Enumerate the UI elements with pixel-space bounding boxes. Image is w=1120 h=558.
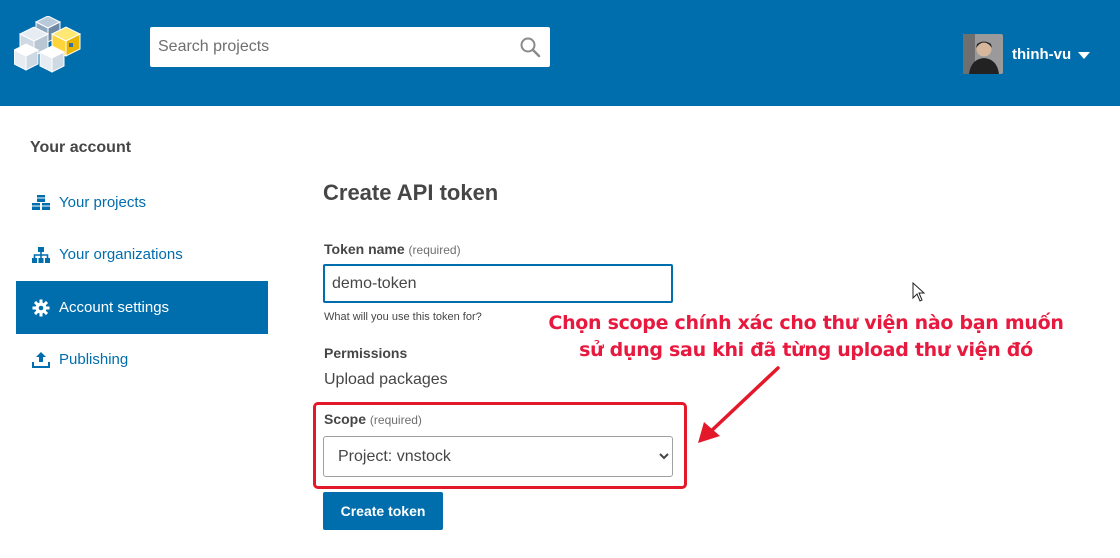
search-box	[150, 27, 550, 67]
annotation-text: Chọn scope chính xác cho thư viện nào bạ…	[492, 310, 1120, 364]
sitemap-icon	[30, 244, 52, 266]
avatar[interactable]	[963, 34, 1003, 74]
token-name-input[interactable]	[323, 264, 673, 303]
chevron-down-icon[interactable]	[1078, 51, 1091, 59]
scope-select[interactable]: Project: vnstock	[323, 436, 673, 477]
mouse-cursor-icon	[912, 282, 926, 302]
sidebar-item-label: Account settings	[59, 299, 170, 316]
search-input[interactable]	[150, 27, 550, 67]
create-token-button[interactable]: Create token	[323, 492, 443, 530]
annotation-line-1: Chọn scope chính xác cho thư viện nào bạ…	[548, 312, 1064, 334]
token-name-help: What will you use this token for?	[324, 311, 482, 323]
top-header: thinh-vu	[0, 0, 1120, 106]
sidebar-item-your-organizations[interactable]: Your organizations	[16, 228, 268, 281]
cubes-icon	[30, 192, 52, 214]
permissions-label: Permissions	[324, 345, 408, 361]
gear-icon	[30, 297, 52, 319]
required-note: (required)	[369, 413, 422, 427]
user-menu[interactable]: thinh-vu	[963, 34, 1091, 74]
sidebar-item-your-projects[interactable]: Your projects	[16, 176, 268, 229]
sidebar-item-account-settings[interactable]: Account settings	[16, 281, 268, 334]
upload-icon	[30, 349, 52, 371]
sidebar-item-publishing[interactable]: Publishing	[16, 333, 268, 386]
sidebar-item-label: Your projects	[59, 194, 146, 211]
sidebar-item-label: Publishing	[59, 351, 129, 368]
search-icon[interactable]	[518, 35, 542, 59]
username[interactable]: thinh-vu	[1012, 46, 1071, 63]
scope-label-text: Scope	[324, 411, 367, 427]
annotation-line-2: sử dụng sau khi đã từng upload thư viện …	[579, 339, 1033, 361]
sidebar-item-label: Your organizations	[59, 246, 183, 263]
sidebar-title: Your account	[30, 139, 132, 156]
user-avatar-icon	[963, 34, 1003, 74]
scope-label: Scope (required)	[324, 411, 422, 427]
required-note: (required)	[408, 243, 461, 257]
pypi-logo-icon[interactable]	[14, 16, 82, 74]
token-name-label: Token name (required)	[324, 241, 461, 257]
token-name-label-text: Token name	[324, 241, 405, 257]
page-title: Create API token	[323, 180, 499, 205]
permissions-value: Upload packages	[324, 371, 448, 388]
annotation-arrow-icon	[698, 366, 780, 443]
